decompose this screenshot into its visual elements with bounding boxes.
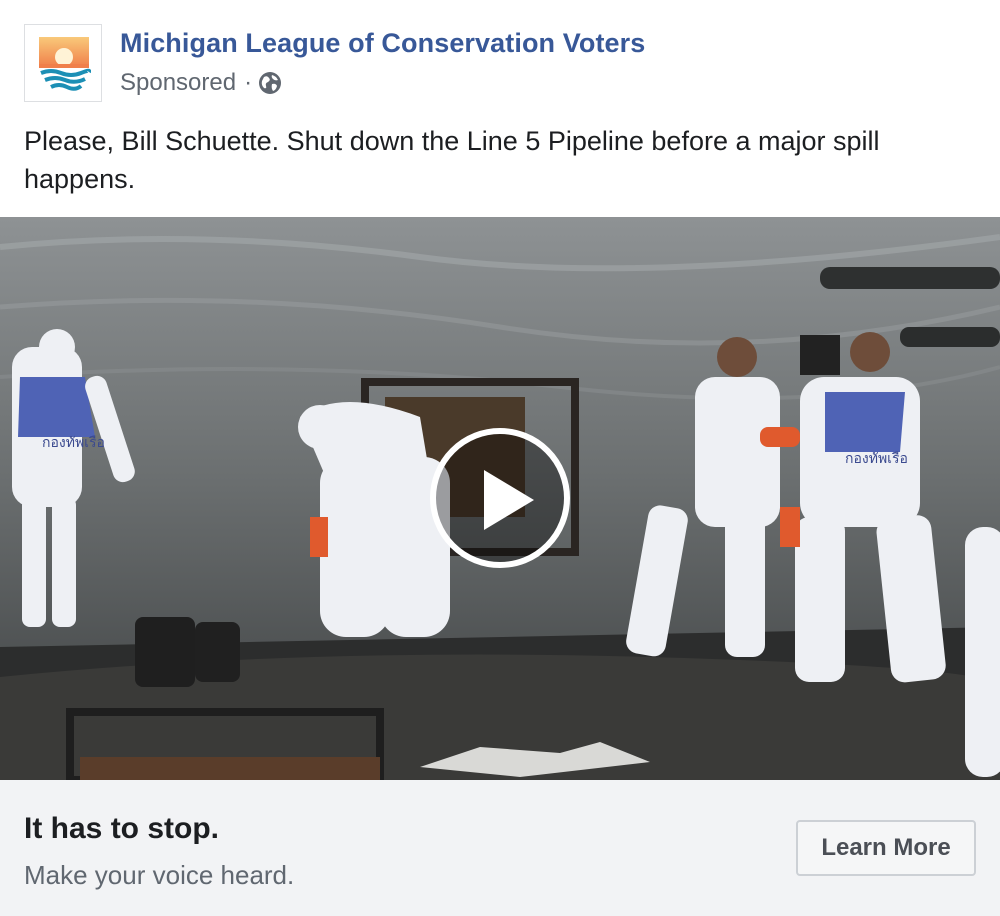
page-name-link[interactable]: Michigan League of Conservation Voters [120,28,645,59]
sponsored-label[interactable]: Sponsored [120,69,236,97]
learn-more-button[interactable]: Learn More [796,820,976,876]
post-message: Please, Bill Schuette. Shut down the Lin… [24,126,880,194]
shirt-text: กองทัพเรือ [42,435,105,451]
globe-icon[interactable] [258,71,282,95]
ad-headline[interactable]: It has to stop. [24,812,219,846]
play-button[interactable] [430,428,570,568]
post-meta: Sponsored · [120,69,282,97]
meta-separator: · [244,69,253,96]
play-icon [484,470,534,530]
page-avatar[interactable] [24,24,102,102]
michigan-lcv-logo [39,37,91,91]
ad-description[interactable]: Make your voice heard. [24,860,294,891]
post-header: Michigan League of Conservation Voters S… [0,0,1000,110]
shirt-text: กองทัพเรือ [845,451,908,467]
